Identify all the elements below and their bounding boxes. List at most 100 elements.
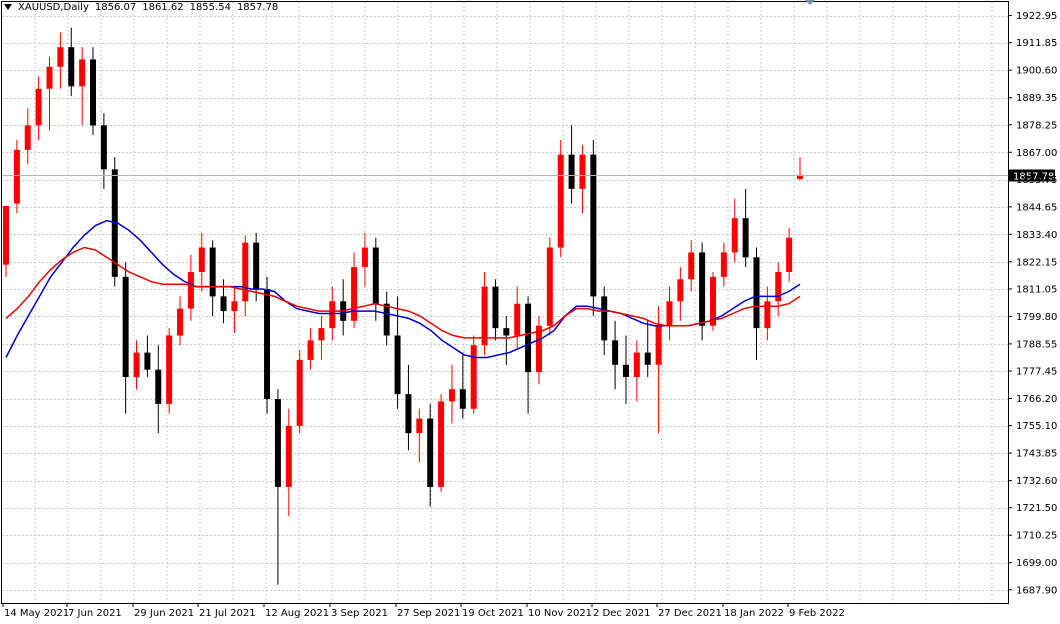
candle-body — [622, 364, 629, 378]
candle-body — [46, 66, 53, 89]
symbol-header: XAUUSD,Daily 1856.07 1861.62 1855.54 1857.78 — [4, 2, 284, 13]
candle-body — [198, 247, 205, 272]
candle — [166, 328, 173, 414]
y-tick-label: 1699.00 — [1016, 558, 1057, 569]
candle-body — [525, 303, 532, 373]
candle-body — [720, 252, 727, 277]
y-tick-label: 1766.20 — [1016, 394, 1057, 405]
candle-body — [438, 401, 445, 487]
y-tick-label: 1710.25 — [1016, 531, 1057, 542]
y-tick-label: 1900.60 — [1016, 66, 1057, 77]
candle-body — [24, 125, 31, 150]
y-tick-label: 1822.15 — [1016, 257, 1057, 268]
chart-svg: 1857.78 1922.95 1911.85 1900.60 1889.35 1878… — [0, 0, 1060, 620]
symbol-label: XAUUSD,Daily — [18, 2, 89, 13]
candle-body — [133, 352, 140, 378]
candle-body — [579, 154, 586, 189]
candle-body — [285, 425, 292, 487]
candle-body — [329, 301, 336, 329]
y-tick-label: 1878.25 — [1016, 120, 1057, 131]
candle — [470, 335, 477, 414]
candle-body — [448, 389, 455, 402]
y-tick-label: 1777.45 — [1016, 367, 1057, 378]
triangle-down-icon — [4, 4, 12, 10]
candle-body — [307, 340, 314, 360]
candle-body — [677, 279, 684, 302]
candle-body — [383, 303, 390, 336]
low-value: 1855.54 — [189, 2, 231, 13]
x-tick-label: 12 Aug 2021 — [265, 608, 329, 619]
x-tick-label: 21 Jul 2021 — [199, 608, 256, 619]
candle-body — [546, 247, 553, 326]
y-tick-label: 1799.80 — [1016, 312, 1057, 323]
candle — [13, 140, 20, 214]
x-tick-label: 27 Dec 2021 — [658, 608, 722, 619]
candle-body — [90, 59, 97, 126]
candle-body — [644, 352, 651, 365]
y-tick-label: 1732.60 — [1016, 476, 1057, 487]
y-tick-label: 1721.50 — [1016, 503, 1057, 514]
candle-body — [166, 335, 173, 404]
y-tick-label: 1889.35 — [1016, 93, 1057, 104]
candle-body — [100, 125, 107, 170]
candle — [709, 271, 716, 331]
y-tick-label: 1844.65 — [1016, 202, 1057, 213]
x-tick-label: 3 Sep 2021 — [331, 608, 388, 619]
candle-body — [416, 418, 423, 434]
candle-body — [666, 301, 673, 326]
candle-body — [361, 247, 368, 268]
candle-body — [242, 242, 249, 302]
candle — [296, 350, 303, 434]
candle-body — [568, 154, 575, 189]
candle-body — [155, 369, 162, 404]
candle-body — [481, 286, 488, 346]
candle-body — [209, 247, 216, 297]
candle-body — [122, 276, 129, 378]
candle-body — [742, 218, 749, 258]
candle — [557, 140, 564, 258]
close-value: 1857.78 — [236, 2, 279, 13]
candle — [90, 47, 97, 136]
candle-body — [764, 301, 771, 329]
candle-body — [231, 301, 238, 312]
x-tick-label: 10 Nov 2021 — [528, 608, 592, 619]
price-chart[interactable]: 1857.78 1922.95 1911.85 1900.60 1889.35 1878… — [0, 0, 1060, 620]
candle-body — [557, 154, 564, 248]
candle-body — [177, 308, 184, 336]
y-tick-label: 1687.90 — [1016, 585, 1057, 596]
candle — [699, 242, 706, 341]
x-tick-label: 2 Dec 2021 — [593, 608, 651, 619]
candle-body — [318, 328, 325, 341]
candle-body — [731, 218, 738, 253]
candle-body — [253, 242, 260, 290]
candle-body — [3, 205, 9, 265]
candle — [590, 140, 597, 316]
candle-body — [427, 418, 434, 487]
candle-body — [187, 271, 194, 309]
x-tick-label: 9 Feb 2022 — [789, 608, 845, 619]
x-tick-label: 27 Sep 2021 — [397, 608, 460, 619]
candle-body — [13, 149, 20, 204]
candle-body — [296, 359, 303, 426]
candle — [546, 237, 553, 336]
candle-body — [274, 399, 281, 487]
x-tick-label: 18 Jan 2022 — [724, 608, 784, 619]
candle-body — [144, 352, 151, 370]
candle-body — [514, 303, 521, 336]
candle-body — [220, 296, 227, 312]
candle-body — [264, 289, 271, 400]
candle-body — [492, 286, 499, 329]
candle-body — [655, 325, 662, 365]
y-tick-label: 1867.00 — [1016, 148, 1057, 159]
candle-body — [79, 59, 86, 87]
candle — [264, 276, 271, 414]
candle-body — [68, 47, 75, 87]
candle-body — [470, 345, 477, 409]
candle-body — [633, 352, 640, 378]
candle-body — [612, 340, 619, 365]
x-tick-label: 19 Oct 2021 — [462, 608, 524, 619]
candle-body — [535, 325, 542, 373]
candle — [438, 394, 445, 492]
high-value: 1861.62 — [142, 2, 184, 13]
x-tick-label: 7 Jun 2021 — [68, 608, 122, 619]
